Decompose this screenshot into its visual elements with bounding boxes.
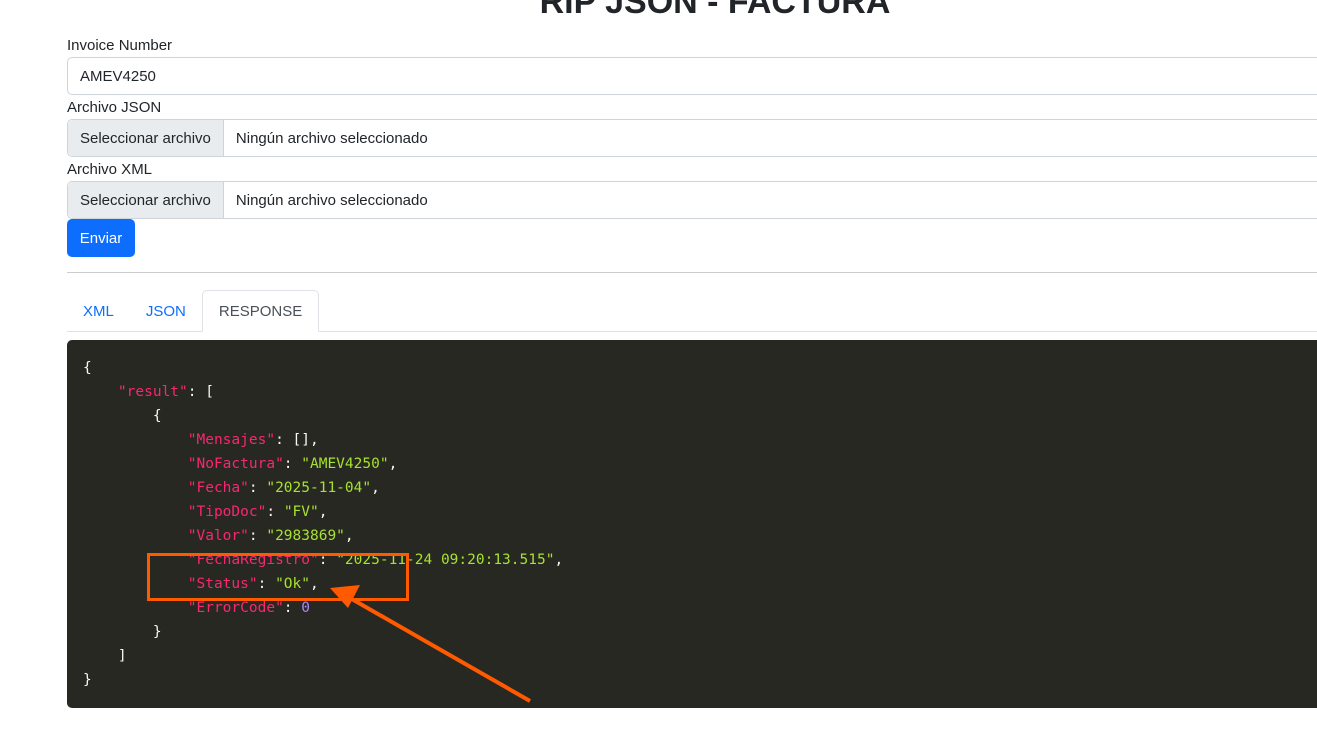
annotation-arrow-icon — [330, 585, 531, 703]
